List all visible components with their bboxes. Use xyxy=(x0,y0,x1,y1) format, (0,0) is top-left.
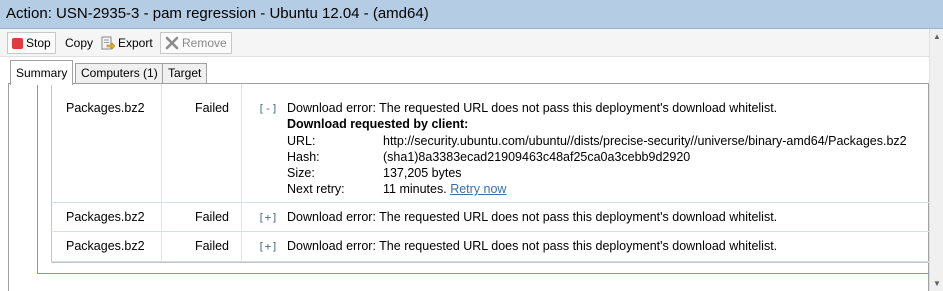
url-label: URL: xyxy=(287,134,316,148)
scroll-down-icon[interactable]: ▼ xyxy=(932,279,942,289)
error-message: Download error: The requested URL does n… xyxy=(287,210,778,224)
next-retry-value: 11 minutes. Retry now xyxy=(383,182,506,196)
next-retry-label: Next retry: xyxy=(287,182,345,196)
column-divider xyxy=(241,203,242,231)
stop-label: Stop xyxy=(26,36,51,50)
expand-toggle[interactable]: [+] xyxy=(258,211,278,224)
panel-border xyxy=(37,273,929,274)
column-divider xyxy=(161,203,162,231)
tab-strip: Summary Computers (1) Target xyxy=(0,57,943,85)
size-value: 137,205 bytes xyxy=(383,166,462,180)
hash-label: Hash: xyxy=(287,150,320,164)
tab-computers[interactable]: Computers (1) xyxy=(75,63,164,84)
expand-toggle[interactable]: [+] xyxy=(258,240,278,253)
stop-icon xyxy=(12,37,23,49)
tab-target[interactable]: Target xyxy=(162,63,208,84)
export-label: Export xyxy=(118,36,153,50)
status-text: Failed xyxy=(194,239,229,253)
scroll-up-icon[interactable]: ▲ xyxy=(932,32,942,42)
detail-title: Download requested by client: xyxy=(287,117,469,131)
window-title: Action: USN-2935-3 - pam regression - Ub… xyxy=(0,0,943,29)
status-text: Failed xyxy=(194,101,229,115)
error-message: Download error: The requested URL does n… xyxy=(287,101,778,115)
table-border xyxy=(51,262,929,263)
file-name: Packages.bz2 xyxy=(66,239,145,253)
copy-label: Copy xyxy=(65,36,94,50)
copy-button[interactable]: Copy xyxy=(61,32,97,54)
column-divider xyxy=(241,84,242,202)
collapse-toggle[interactable]: [-] xyxy=(258,102,278,115)
remove-button[interactable]: Remove xyxy=(160,32,232,54)
downloads-table: Packages.bz2 Failed [-] Download error: … xyxy=(51,84,929,263)
size-label: Size: xyxy=(287,166,315,180)
retry-now-link[interactable]: Retry now xyxy=(450,182,506,196)
export-button[interactable]: Export xyxy=(97,32,157,54)
error-message: Download error: The requested URL does n… xyxy=(287,239,778,253)
column-divider xyxy=(161,84,162,202)
export-icon xyxy=(101,36,115,50)
vertical-scrollbar[interactable]: ▲ ▼ xyxy=(929,29,943,291)
file-name: Packages.bz2 xyxy=(66,210,145,224)
column-divider xyxy=(241,232,242,261)
tab-summary[interactable]: Summary xyxy=(10,60,74,85)
remove-icon xyxy=(165,36,179,50)
status-text: Failed xyxy=(194,210,229,224)
stop-button[interactable]: Stop xyxy=(7,32,56,54)
toolbar: Stop Copy Export Remove xyxy=(0,29,943,57)
column-divider xyxy=(161,232,162,261)
table-row: Packages.bz2 Failed [-] Download error: … xyxy=(51,84,929,203)
url-value: http://security.ubuntu.com/ubuntu//dists… xyxy=(383,134,907,148)
panel-border xyxy=(37,84,38,274)
table-row: Packages.bz2 Failed [+] Download error: … xyxy=(51,232,929,262)
remove-label: Remove xyxy=(182,36,227,50)
file-name: Packages.bz2 xyxy=(66,101,145,115)
next-retry-text: 11 minutes. xyxy=(383,182,447,196)
table-row: Packages.bz2 Failed [+] Download error: … xyxy=(51,203,929,232)
hash-value: (sha1)8a3383ecad21909463c48af25ca0a3cebb… xyxy=(383,150,691,164)
